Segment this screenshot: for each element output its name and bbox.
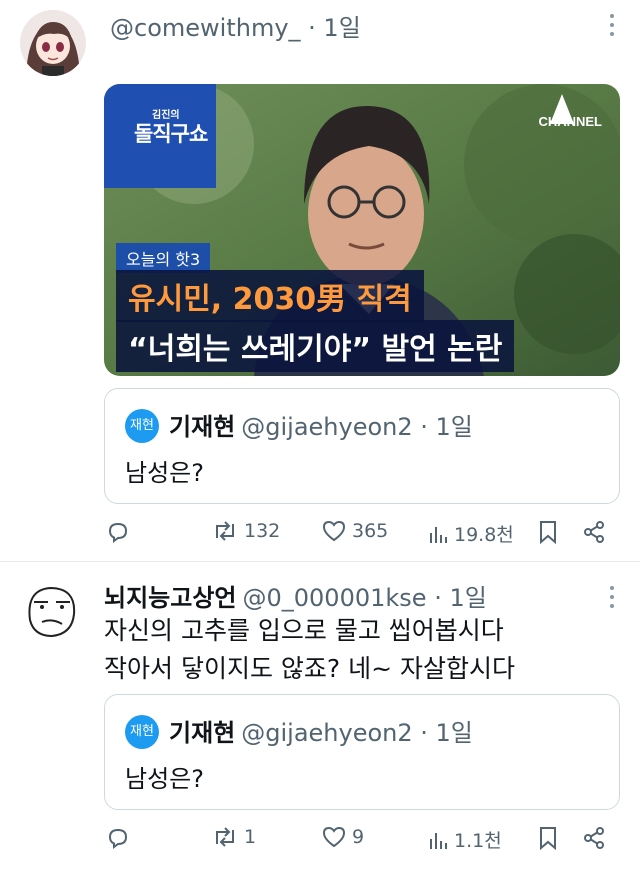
reply-icon [108,828,128,849]
reply-icon [108,522,128,543]
quoted-timestamp[interactable]: · 1일 [420,719,473,747]
quoted-author-name[interactable]: 기재현 [169,719,235,747]
tweet-2-line-2: 작아서 닿이지도 않죠? 네~ 자살합시다 [104,654,516,683]
quoted-header: 기재현 @gijaehyeon2 · 1일 [169,407,473,442]
share-icon [584,827,604,849]
bookmark-button[interactable] [538,520,558,544]
tweet-2-header: 뇌지능고상언 @0_000001kse · 1일 [104,578,487,613]
views-count: 1.1천 [454,830,502,852]
quoted-author-name[interactable]: 기재현 [169,413,235,441]
analytics-icon [430,832,447,849]
caption-headline-2: “너희는 쓰레기야” 발언 논란 [116,320,515,372]
like-count: 365 [352,520,389,542]
quoted-author-handle[interactable]: @gijaehyeon2 [241,413,412,441]
views-button[interactable]: 1.1천 [428,826,502,853]
more-options-icon[interactable] [608,586,616,613]
quoted-timestamp[interactable]: · 1일 [420,413,473,441]
heart-icon [322,826,346,848]
share-button[interactable] [582,826,606,850]
analytics-icon [430,526,447,543]
heart-icon [322,520,346,542]
show-logo: 김진의 돌직구쇼 [134,110,208,146]
share-icon [584,521,604,543]
author-handle[interactable]: @comewithmy_ [110,14,301,42]
share-button[interactable] [582,520,606,544]
timestamp[interactable]: · 1일 [434,584,487,612]
tweet-1-header: @comewithmy_ · 1일 [110,8,361,43]
action-bar: 132 365 19.8천 [104,520,620,550]
reply-button[interactable] [106,826,130,850]
bookmark-icon [540,521,556,544]
like-button[interactable]: 365 [322,520,388,542]
like-count: 9 [352,826,365,848]
retweet-count: 1 [244,826,257,848]
quoted-text: 남성은? [125,765,204,793]
channel-logo: CHANNEL [538,114,602,129]
caption-tag: 오늘의 핫3 [116,243,211,273]
quoted-avatar[interactable]: 재현 [125,715,159,749]
quoted-header: 기재현 @gijaehyeon2 · 1일 [169,713,473,748]
caption-headline-1: 유시민, 2030男 직격 [116,270,424,322]
bookmark-icon [540,827,556,850]
retweet-icon [216,521,234,541]
media-image[interactable]: 김진의 돌직구쇼 CHANNEL 오늘의 핫3 유시민, 2030男 직격 “너… [104,84,620,376]
retweet-button[interactable]: 132 [212,520,280,542]
views-count: 19.8천 [454,524,514,546]
like-button[interactable]: 9 [322,826,364,848]
bookmark-button[interactable] [538,826,558,850]
more-options-icon[interactable] [608,14,616,41]
timestamp[interactable]: · 1일 [308,14,361,42]
quoted-tweet[interactable]: 재현 기재현 @gijaehyeon2 · 1일 남성은? [104,694,620,810]
action-bar: 1 9 1.1천 [104,826,620,856]
quoted-tweet[interactable]: 재현 기재현 @gijaehyeon2 · 1일 남성은? [104,388,620,504]
tweet-1[interactable]: @comewithmy_ · 1일 김진의 돌직구쇼 CHANNEL 오늘의 핫… [0,0,640,562]
retweet-count: 132 [244,520,281,542]
author-handle[interactable]: @0_000001kse [242,584,426,612]
avatar-comewithmy[interactable] [20,10,86,76]
quoted-text: 남성은? [125,459,204,487]
views-button[interactable]: 19.8천 [428,520,514,547]
reply-button[interactable] [106,520,130,544]
retweet-icon [216,827,234,847]
author-name[interactable]: 뇌지능고상언 [104,584,236,612]
quoted-author-handle[interactable]: @gijaehyeon2 [241,719,412,747]
avatar-gosangun[interactable] [20,580,82,642]
tweet-2-line-1: 자신의 고추를 입으로 물고 씹어봅시다 [104,616,504,645]
retweet-button[interactable]: 1 [212,826,256,848]
quoted-avatar[interactable]: 재현 [125,409,159,443]
